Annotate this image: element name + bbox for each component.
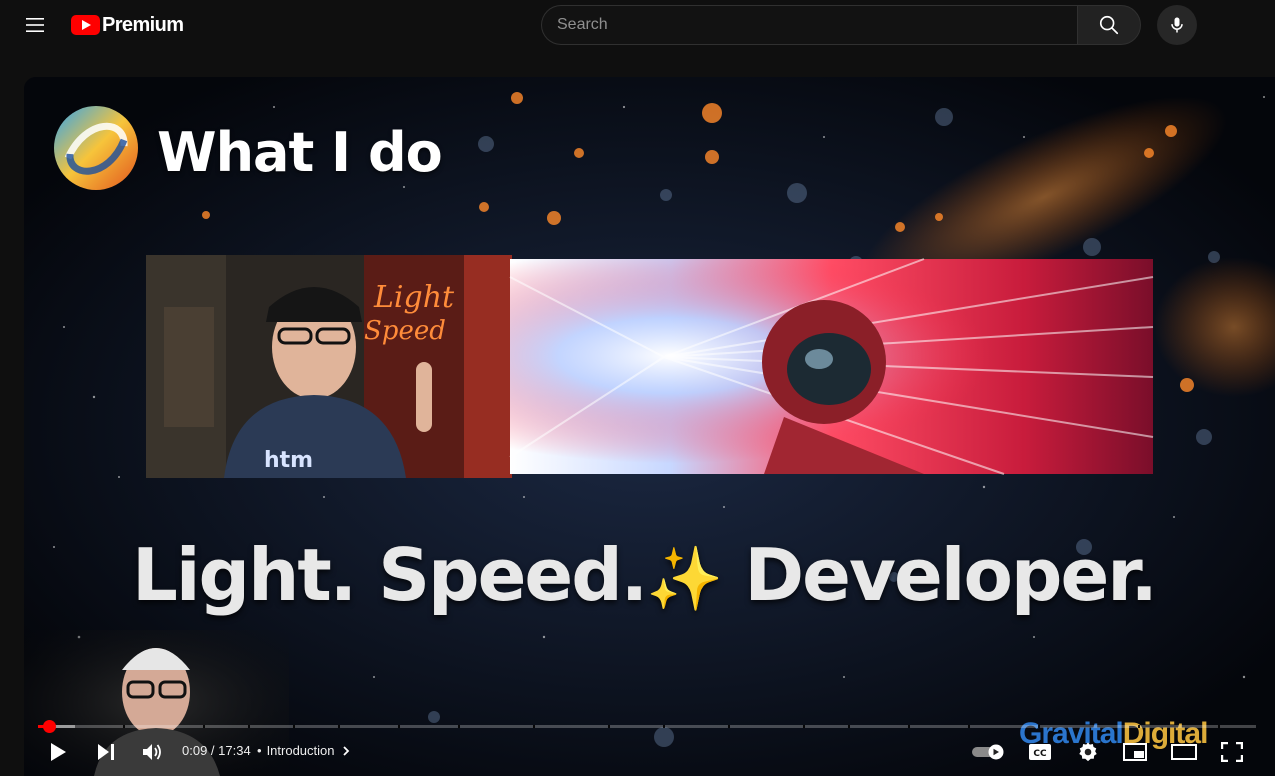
search-button[interactable] [1077,5,1141,45]
svg-text:Speed: Speed [364,316,446,346]
microphone-icon [1171,17,1183,33]
slide-heading: What I do [157,121,443,184]
chapter-marker [803,725,805,728]
chapter-button[interactable]: • Introduction [257,743,352,758]
channel-logo [54,106,138,190]
mute-button[interactable] [136,732,168,772]
theater-mode-icon [1171,744,1197,760]
chapter-marker [458,725,460,728]
theater-mode-button[interactable] [1167,732,1201,772]
presenter-photo: Light Speed htm [146,255,512,478]
fullscreen-button[interactable] [1216,732,1248,772]
svg-text:htm: htm [264,448,313,473]
brand-label: Premium [102,13,184,36]
settings-button[interactable] [1072,732,1104,772]
miniplayer-button[interactable] [1119,732,1151,772]
play-icon [51,743,66,761]
chapter-marker [123,725,125,728]
chapter-marker [663,725,665,728]
sparkles-icon: ✨ [646,542,723,615]
astronaut-image [509,258,1154,475]
fullscreen-icon [1221,742,1243,762]
tagline-text: Light. Speed. [132,533,648,617]
volume-icon [143,744,161,760]
player-controls: 0:09 / 17:34 • Introduction CC [24,732,1275,776]
chapter-marker [608,725,610,728]
chapter-marker [848,725,850,728]
closed-captions-icon: CC [1029,744,1051,760]
search-input[interactable] [541,5,1077,45]
play-button[interactable] [42,732,74,772]
time-separator: / [207,743,219,758]
autoplay-toggle[interactable] [969,732,1009,772]
next-button[interactable] [90,732,122,772]
chapter-marker [1138,725,1140,728]
chapter-marker [338,725,340,728]
current-time: 0:09 [182,743,208,758]
chapter-marker [533,725,535,728]
chapter-marker [203,725,205,728]
chapter-marker [1038,725,1040,728]
youtube-premium-logo[interactable]: Premium [71,13,184,36]
bullet-separator: • [257,743,262,758]
chevron-right-icon [342,745,349,756]
chapter-marker [728,725,730,728]
chapter-marker [293,725,295,728]
voice-search-button[interactable] [1157,5,1197,45]
tagline-end-text: Developer. [721,533,1157,617]
video-player[interactable]: Light Speed htm What I do Light. Speed.✨… [24,77,1275,776]
svg-text:Light: Light [373,280,455,315]
masthead: Premium [0,0,1275,52]
gear-icon [1079,742,1097,762]
chapter-title: Introduction [266,743,335,758]
chapter-marker [1218,725,1220,728]
subtitles-button[interactable]: CC [1024,732,1056,772]
chapter-marker [248,725,250,728]
miniplayer-icon [1123,743,1147,761]
autoplay-toggle-icon [972,744,1004,760]
svg-text:CC: CC [1033,749,1047,759]
search-box [541,5,1141,45]
duration: 17:34 [218,743,251,758]
chapter-marker [908,725,910,728]
menu-button[interactable] [15,5,55,45]
search-icon [1099,15,1119,35]
progress-bar[interactable] [38,720,1256,733]
skip-next-icon [98,744,114,760]
slide-tagline: Light. Speed.✨ Developer. [132,533,1158,617]
chapter-marker [398,725,400,728]
time-display: 0:09 / 17:34 [182,743,251,758]
youtube-play-logo-icon [71,15,100,35]
chapter-marker [968,725,970,728]
hamburger-icon [26,18,44,32]
